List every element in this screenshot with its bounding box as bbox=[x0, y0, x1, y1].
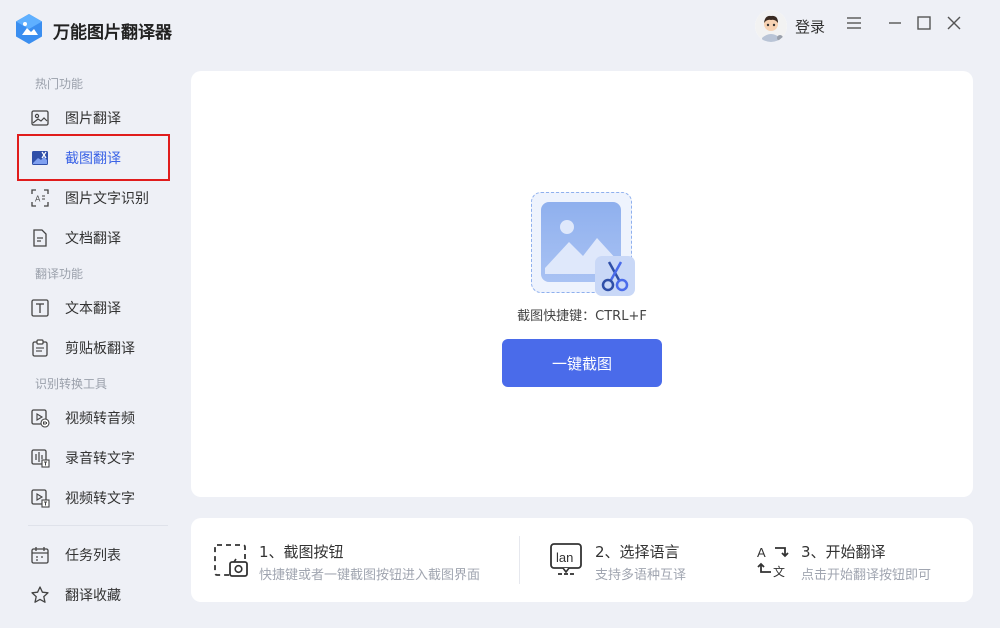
step-description: 点击开始翻译按钮即可 bbox=[801, 568, 932, 583]
document-icon bbox=[33, 229, 47, 247]
sidebar-item-label: 视频转音频 bbox=[65, 411, 135, 427]
minimize-icon[interactable] bbox=[884, 12, 906, 34]
sidebar-item-label: 截图翻译 bbox=[65, 151, 121, 167]
sidebar-item-label: 文档翻译 bbox=[65, 231, 121, 247]
sidebar-item-video-to-text[interactable]: 视频转文字 bbox=[30, 483, 170, 513]
screenshot-icon bbox=[32, 151, 48, 165]
sidebar-item-text-translate[interactable]: 文本翻译 bbox=[30, 293, 170, 323]
sidebar-item-favorites[interactable]: 翻译收藏 bbox=[30, 580, 170, 610]
video-text-icon bbox=[31, 489, 50, 508]
sidebar-item-label: 文本翻译 bbox=[65, 301, 121, 317]
scissors-icon bbox=[595, 256, 635, 296]
step-title: 3、开始翻译 bbox=[801, 543, 886, 561]
language-icon: lan bbox=[550, 543, 582, 575]
step-description: 支持多语种互译 bbox=[595, 568, 687, 583]
sidebar-item-task-list[interactable]: 任务列表 bbox=[30, 540, 170, 570]
sidebar-item-recording-to-text[interactable]: 录音转文字 bbox=[30, 443, 170, 473]
recording-icon bbox=[31, 449, 50, 468]
ocr-icon: A bbox=[31, 189, 49, 207]
sidebar-item-label: 翻译收藏 bbox=[65, 588, 121, 604]
star-icon bbox=[31, 586, 49, 603]
title-bar: 万能图片翻译器 登录 bbox=[0, 0, 1000, 56]
sidebar-item-screenshot-translate[interactable]: 截图翻译 bbox=[30, 143, 170, 173]
translate-icon: A 文 bbox=[757, 545, 789, 579]
sidebar-item-label: 图片文字识别 bbox=[65, 191, 149, 207]
video-audio-icon bbox=[31, 409, 50, 428]
screenshot-frame-icon bbox=[214, 544, 248, 577]
svg-text:A: A bbox=[757, 545, 766, 560]
section-label-tools: 识别转换工具 bbox=[35, 377, 108, 391]
app-logo-icon bbox=[16, 14, 42, 44]
sidebar-item-label: 图片翻译 bbox=[65, 111, 121, 127]
svg-text:文: 文 bbox=[773, 564, 785, 579]
section-label-hot: 热门功能 bbox=[35, 77, 84, 91]
sidebar-divider bbox=[28, 525, 168, 526]
step-1: 1、截图按钮 快捷键或者一键截图按钮进入截图界面 bbox=[191, 518, 519, 602]
steps-panel: 1、截图按钮 快捷键或者一键截图按钮进入截图界面 lan 2、选择语言 支持多语… bbox=[191, 518, 973, 602]
menu-icon[interactable] bbox=[843, 12, 865, 34]
sidebar-item-label: 录音转文字 bbox=[65, 451, 135, 467]
one-click-screenshot-button[interactable]: 一键截图 bbox=[502, 339, 662, 387]
svg-text:A: A bbox=[35, 195, 41, 204]
clipboard-icon bbox=[32, 339, 48, 357]
maximize-icon[interactable] bbox=[913, 12, 935, 34]
screenshot-drop-area[interactable] bbox=[531, 192, 635, 296]
sidebar-item-image-ocr[interactable]: A 图片文字识别 bbox=[30, 183, 170, 213]
step-2: lan 2、选择语言 支持多语种互译 bbox=[520, 518, 740, 602]
sidebar-item-label: 视频转文字 bbox=[65, 491, 135, 507]
step-description: 快捷键或者一键截图按钮进入截图界面 bbox=[259, 568, 481, 583]
step-title: 2、选择语言 bbox=[595, 543, 680, 561]
app-title: 万能图片翻译器 bbox=[53, 23, 172, 43]
sidebar-item-label: 任务列表 bbox=[65, 548, 121, 564]
section-label-translate: 翻译功能 bbox=[35, 267, 84, 281]
svg-text:lan: lan bbox=[556, 550, 573, 565]
calendar-icon bbox=[31, 547, 49, 564]
step-3: A 文 3、开始翻译 点击开始翻译按钮即可 bbox=[741, 518, 973, 602]
screenshot-panel: 截图快捷键：CTRL+F 一键截图 bbox=[191, 71, 973, 497]
shortcut-hint: 截图快捷键：CTRL+F bbox=[517, 309, 647, 324]
sidebar-item-image-translate[interactable]: 图片翻译 bbox=[30, 103, 170, 133]
image-icon bbox=[31, 110, 49, 126]
sidebar-item-label: 剪贴板翻译 bbox=[65, 341, 135, 357]
close-icon[interactable] bbox=[943, 12, 965, 34]
text-icon bbox=[31, 299, 49, 317]
sidebar-item-clipboard-translate[interactable]: 剪贴板翻译 bbox=[30, 333, 170, 363]
avatar[interactable] bbox=[755, 10, 787, 42]
sidebar-item-document-translate[interactable]: 文档翻译 bbox=[30, 223, 170, 253]
sidebar-item-video-to-audio[interactable]: 视频转音频 bbox=[30, 403, 170, 433]
login-label[interactable]: 登录 bbox=[795, 16, 825, 37]
step-title: 1、截图按钮 bbox=[259, 543, 344, 561]
